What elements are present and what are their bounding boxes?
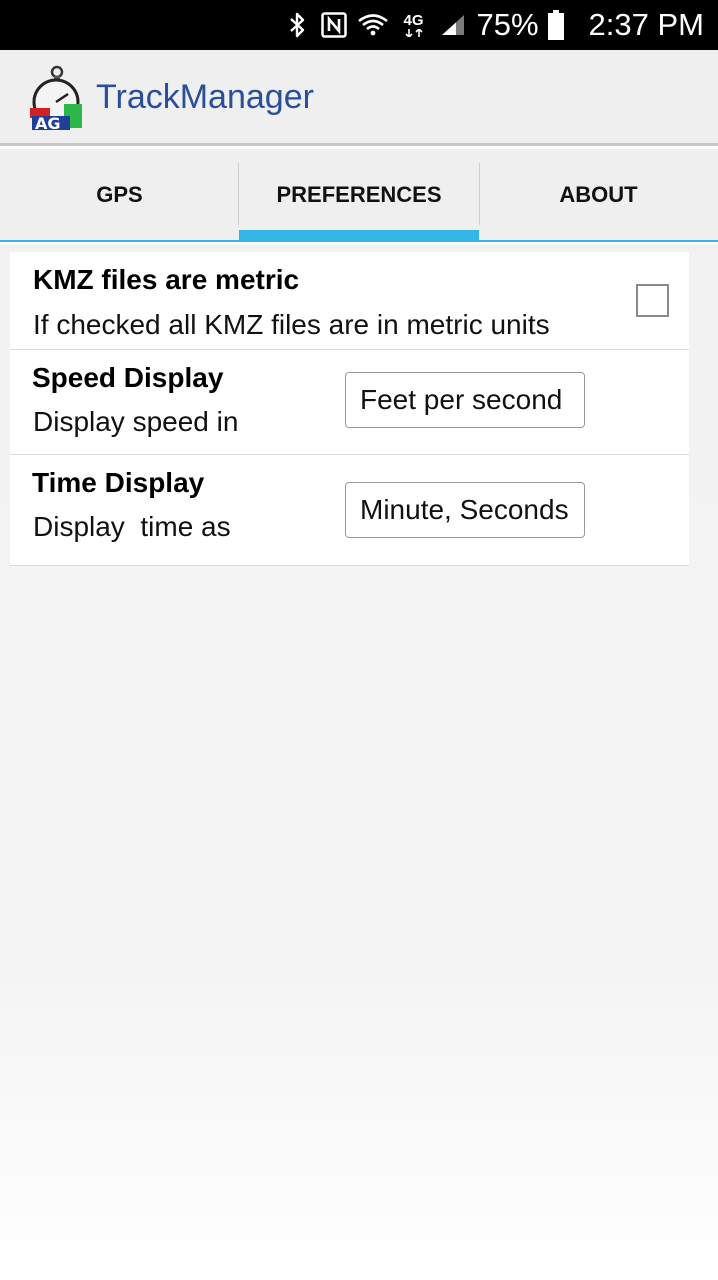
logo-text: AG xyxy=(35,114,61,132)
bluetooth-icon xyxy=(285,10,311,40)
time-display-summary: Display time as xyxy=(33,511,231,542)
selected-tab-indicator xyxy=(239,230,479,240)
tab-about[interactable]: ABOUT xyxy=(479,149,718,240)
app-bar: AG TrackManager xyxy=(0,50,718,146)
nfc-icon xyxy=(320,10,347,40)
status-icons: 4G 75% 2:37 PM xyxy=(285,0,718,50)
kmz-metric-summary: If checked all KMZ files are in metric u… xyxy=(33,309,550,340)
tab-bar: GPS PREFERENCES ABOUT xyxy=(0,149,718,242)
kmz-metric-checkbox[interactable] xyxy=(636,284,669,317)
kmz-metric-preference[interactable]: KMZ files are metric If checked all KMZ … xyxy=(10,252,689,350)
time-format-select[interactable]: Minute, Seconds xyxy=(345,482,585,538)
lte-icon: 4G xyxy=(399,10,429,40)
speed-unit-select[interactable]: Feet per second xyxy=(345,372,585,428)
preferences-content: KMZ files are metric If checked all KMZ … xyxy=(0,244,718,1280)
wifi-icon xyxy=(357,10,389,40)
speed-display-title: Speed Display xyxy=(32,362,224,393)
battery-icon xyxy=(547,10,565,40)
speed-display-preference: Speed Display Display speed in Feet per … xyxy=(10,350,689,455)
tab-preferences[interactable]: PREFERENCES xyxy=(239,149,479,240)
stopwatch-logo-icon: AG xyxy=(24,64,84,133)
tab-gps[interactable]: GPS xyxy=(0,149,239,240)
app-title: TrackManager xyxy=(96,78,314,116)
speed-display-summary: Display speed in xyxy=(33,406,239,437)
kmz-metric-title: KMZ files are metric xyxy=(33,264,300,295)
status-bar: 4G 75% 2:37 PM xyxy=(0,0,718,50)
time-display-preference: Time Display Display time as Minute, Sec… xyxy=(10,455,689,566)
clock: 2:37 PM xyxy=(588,7,704,42)
battery-percent: 75% xyxy=(476,7,539,42)
network-label: 4G xyxy=(403,12,424,29)
time-display-title: Time Display xyxy=(32,467,205,498)
preferences-list: KMZ files are metric If checked all KMZ … xyxy=(10,252,689,566)
signal-icon xyxy=(439,10,467,40)
